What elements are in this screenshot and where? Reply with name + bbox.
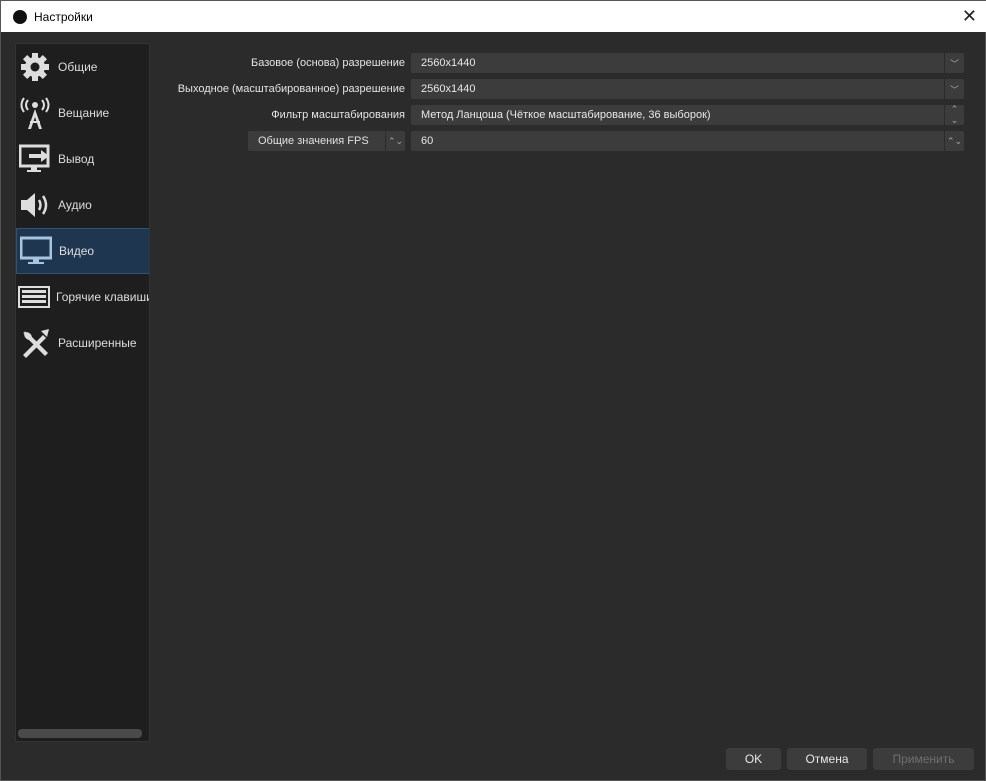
sidebar-item-stream[interactable]: Вещание bbox=[16, 90, 149, 136]
up-down-arrows-icon[interactable]: ⌃⌄ bbox=[944, 131, 964, 151]
sidebar-item-label: Вывод bbox=[58, 152, 95, 166]
up-down-arrows-icon[interactable]: ⌃⌄ bbox=[944, 104, 964, 125]
ok-button[interactable]: OK bbox=[726, 748, 781, 770]
sidebar-item-output[interactable]: Вывод bbox=[16, 136, 149, 182]
monitor-icon bbox=[19, 234, 53, 268]
sidebar-item-audio[interactable]: Аудио bbox=[16, 182, 149, 228]
output-resolution-label: Выходное (масштабированное) разрешение bbox=[177, 83, 405, 95]
fps-value-select[interactable]: 60 ⌃⌄ bbox=[411, 131, 964, 151]
speaker-icon bbox=[18, 188, 52, 222]
base-resolution-combobox[interactable]: 2560x1440 ﹀ bbox=[411, 53, 964, 73]
window-title: Настройки bbox=[34, 9, 93, 24]
fps-type-value: Общие значения FPS bbox=[258, 135, 369, 147]
downscale-filter-row: Фильтр масштабирования bbox=[161, 105, 405, 125]
output-resolution-value: 2560x1440 bbox=[421, 83, 476, 95]
downscale-filter-value: Метод Ланцоша (Чёткое масштабирование, 3… bbox=[421, 109, 711, 121]
downscale-filter-label: Фильтр масштабирования bbox=[271, 109, 405, 121]
chevron-down-icon[interactable]: ﹀ bbox=[944, 53, 964, 73]
settings-sidebar: Общие Вещание Вывод Аудио Видео Горячие … bbox=[15, 43, 150, 742]
keyboard-icon bbox=[18, 280, 50, 314]
apply-button[interactable]: Применить bbox=[873, 748, 974, 770]
sidebar-item-general[interactable]: Общие bbox=[16, 44, 149, 90]
base-resolution-row: Базовое (основа) разрешение bbox=[161, 53, 405, 73]
broadcast-tower-icon bbox=[18, 96, 52, 130]
sidebar-item-label: Вещание bbox=[58, 106, 110, 120]
sidebar-horizontal-scrollbar[interactable] bbox=[18, 729, 142, 738]
sidebar-item-hotkeys[interactable]: Горячие клавиши bbox=[16, 274, 150, 320]
up-down-arrows-icon[interactable]: ⌃⌄ bbox=[385, 131, 405, 151]
sidebar-item-label: Аудио bbox=[58, 198, 92, 212]
base-resolution-value: 2560x1440 bbox=[421, 57, 476, 69]
output-monitor-icon bbox=[18, 142, 52, 176]
sidebar-item-advanced[interactable]: Расширенные bbox=[16, 320, 149, 366]
output-resolution-combobox[interactable]: 2560x1440 ﹀ bbox=[411, 79, 964, 99]
close-icon[interactable]: ✕ bbox=[962, 6, 977, 27]
title-bar: Настройки ✕ bbox=[1, 1, 986, 32]
fps-value: 60 bbox=[421, 135, 434, 147]
chevron-down-icon[interactable]: ﹀ bbox=[944, 79, 964, 99]
sidebar-item-label: Горячие клавиши bbox=[56, 290, 150, 304]
fps-type-select[interactable]: Общие значения FPS ⌃⌄ bbox=[248, 131, 405, 151]
sidebar-item-label: Расширенные bbox=[58, 336, 137, 350]
obs-logo-icon bbox=[13, 9, 27, 24]
output-resolution-row: Выходное (масштабированное) разрешение bbox=[161, 79, 405, 99]
sidebar-item-video[interactable]: Видео bbox=[16, 228, 149, 274]
downscale-filter-select[interactable]: Метод Ланцоша (Чёткое масштабирование, 3… bbox=[411, 104, 964, 125]
tools-icon bbox=[18, 326, 52, 360]
base-resolution-label: Базовое (основа) разрешение bbox=[251, 57, 405, 69]
gear-icon bbox=[18, 50, 52, 84]
sidebar-item-label: Видео bbox=[59, 244, 95, 258]
sidebar-item-label: Общие bbox=[58, 60, 98, 74]
cancel-button[interactable]: Отмена bbox=[787, 748, 867, 770]
